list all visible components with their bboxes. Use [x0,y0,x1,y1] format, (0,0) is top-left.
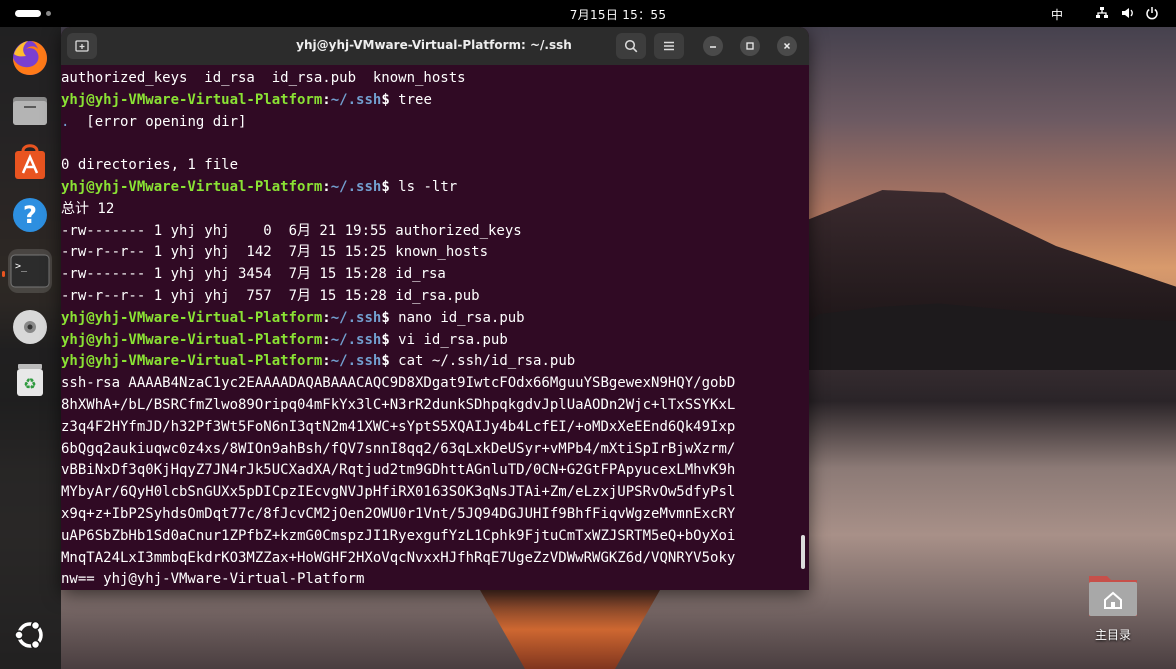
search-icon [624,39,638,53]
prompt-separator: : [322,353,331,370]
prompt-separator: : [322,331,331,348]
minimize-icon [710,46,716,48]
prompt-user: yhj@yhj-VMware-Virtual-Platform [61,91,323,108]
menu-button[interactable] [654,33,684,59]
prompt-path: ~/.ssh [330,178,382,195]
command-text: cat ~/.ssh/id_rsa.pub [398,353,576,370]
dock: ? >_ ♻ [0,27,61,669]
dock-firefox[interactable] [8,35,52,79]
prompt-separator: : [322,178,331,195]
output-line: 总计 12 [61,200,115,217]
prompt-path: ~/.ssh [330,91,382,108]
output-line: authorized_keys id_rsa id_rsa.pub known_… [61,70,466,86]
output-line: z3q4F2HYfmJD/h32Pf3Wt5FoN6nI3qtN2m41XWC+… [61,418,736,435]
prompt-dollar: $ [381,331,399,348]
maximize-icon [746,42,754,50]
prompt-separator: : [322,91,331,108]
command-text: vi id_rsa.pub [398,331,508,348]
new-tab-button[interactable] [67,33,97,59]
window-title: yhj@yhj-VMware-Virtual-Platform: ~/.ssh [296,38,572,52]
network-icon[interactable] [1095,6,1109,20]
output-line: nw== yhj@yhj-VMware-Virtual-Platform [61,571,365,588]
files-icon [13,97,47,125]
dock-files[interactable] [8,87,52,131]
prompt-dollar: $ [381,178,399,195]
prompt-line: yhj@yhj-VMware-Virtual-Platform:~/.ssh$ … [61,177,801,199]
output-line: x9q+z+IbP2SyhdsOmDqt77c/8fJcvCM2jOen2OWU… [61,505,736,522]
app-center-icon [15,144,45,179]
output-text: [error opening dir] [69,113,247,130]
command-text: tree [398,91,432,108]
maximize-button[interactable] [740,36,760,56]
output-line: ssh-rsa AAAAB4NzaC1yc2EAAAADAQABAAACAQC9… [61,375,736,392]
running-indicator [2,271,5,277]
output-line: -rw------- 1 yhj yhj 0 6月 21 19:55 autho… [61,222,522,239]
prompt-user: yhj@yhj-VMware-Virtual-Platform [61,353,323,370]
home-folder-label: 主目录 [1094,628,1131,642]
ubuntu-logo-icon [14,620,43,650]
output-line: MYbyAr/6QyH0lcbSnGUXx5pDICpzIEcvgNVJpHfi… [61,484,736,501]
prompt-user: yhj@yhj-VMware-Virtual-Platform [61,309,323,326]
prompt-dollar: $ [381,91,399,108]
prompt-path: ~/.ssh [330,353,382,370]
terminal-icon: >_ [10,254,50,288]
new-tab-icon [75,40,89,52]
prompt-user: yhj@yhj-VMware-Virtual-Platform [61,178,323,195]
dock-trash[interactable]: ♻ [8,357,52,401]
output-line: -rw------- 1 yhj yhj 3454 7月 15 15:28 id… [61,266,446,283]
prompt-dollar: $ [381,353,399,370]
output-line: 8hXWhA+/bL/BSRCfmZlwo89Oripq04mFkYx3lC+N… [61,396,736,413]
close-icon [783,42,791,50]
prompt-path: ~/.ssh [330,309,382,326]
terminal-window[interactable]: yhj@yhj-VMware-Virtual-Platform: ~/.ssh [61,27,809,590]
clock[interactable]: 7月15日 15：55 [0,6,1176,23]
power-icon[interactable] [1145,6,1159,20]
svg-text:>_: >_ [15,261,28,272]
dock-help[interactable]: ? [8,193,52,237]
dvd-icon [13,310,47,344]
output-line: -rw-r--r-- 1 yhj yhj 142 7月 15 15:25 kno… [61,244,489,261]
prompt-user: yhj@yhj-VMware-Virtual-Platform [61,331,323,348]
dock-dvd-drive[interactable] [8,305,52,349]
prompt-separator: : [322,309,331,326]
prompt-line: yhj@yhj-VMware-Virtual-Platform:~/.ssh$ … [61,351,801,373]
dock-terminal[interactable]: >_ [8,249,52,293]
top-bar: 7月15日 15：55 中 [0,0,1176,27]
minimize-button[interactable] [703,36,723,56]
search-button[interactable] [616,33,646,59]
output-line: MnqTA24LxI3mmbqEkdrKO3MZZax+HoWGHF2HXoVq… [61,549,736,566]
command-text: nano id_rsa.pub [398,309,525,326]
svg-text:?: ? [23,201,37,229]
output-line: uAP6SbZbHb1Sd0aCnur1ZPfbZ+kzmG0CmspzJI1R… [61,527,736,544]
help-icon: ? [13,198,47,232]
output-line: 6bQgq2aukiuqwc0z4xs/8WIOn9ahBsh/fQV7snnI… [61,440,736,457]
prompt-line: yhj@yhj-VMware-Virtual-Platform:~/.ssh$ … [61,90,801,112]
close-button[interactable] [777,36,797,56]
home-folder-icon [1089,576,1137,616]
volume-icon[interactable] [1121,6,1135,20]
hamburger-menu-icon [664,41,674,51]
terminal-output[interactable]: authorized_keys id_rsa id_rsa.pub known_… [61,68,801,590]
prompt-path: ~/.ssh [330,331,382,348]
command-text: ls -ltr [398,178,458,195]
prompt-dollar: $ [381,309,399,326]
output-line: . [error opening dir] [61,112,801,134]
desktop-home-folder[interactable]: 主目录 [1083,572,1143,652]
prompt-line: yhj@yhj-VMware-Virtual-Platform:~/.ssh$ … [61,330,801,352]
input-method-indicator[interactable]: 中 [1051,6,1063,23]
svg-text:♻: ♻ [23,375,36,393]
show-apps-button[interactable] [8,613,52,657]
prompt-line: yhj@yhj-VMware-Virtual-Platform:~/.ssh$ … [61,308,801,330]
terminal-scrollbar[interactable] [801,535,805,569]
output-line: -rw-r--r-- 1 yhj yhj 757 7月 15 15:28 id_… [61,287,480,304]
trash-icon: ♻ [17,364,43,396]
output-line: vBBiNxDf3q0KjHqyZ7JN4rJk5UCXadXA/Rqtjud2… [61,462,736,479]
output-line: 0 directories, 1 file [61,157,239,174]
firefox-icon [13,41,47,75]
dock-app-center[interactable] [8,140,52,184]
terminal-titlebar[interactable]: yhj@yhj-VMware-Virtual-Platform: ~/.ssh [61,27,809,65]
